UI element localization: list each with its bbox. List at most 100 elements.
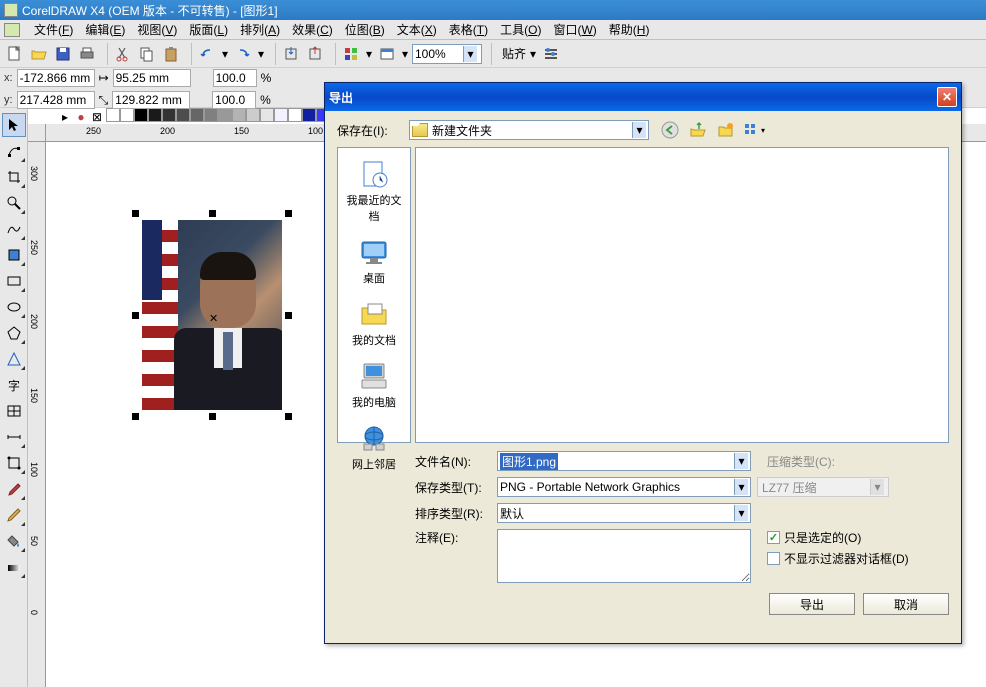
zoom-input[interactable] <box>415 47 463 61</box>
color-swatch[interactable] <box>134 108 148 122</box>
ruler-origin[interactable] <box>28 124 46 142</box>
app-launcher-dropdown[interactable]: ▾ <box>364 43 374 65</box>
print-button[interactable] <box>76 43 98 65</box>
back-button[interactable] <box>659 119 681 141</box>
color-swatch[interactable] <box>246 108 260 122</box>
eyedropper-tool[interactable] <box>2 477 26 501</box>
color-swatch[interactable] <box>288 108 302 122</box>
color-swatch[interactable] <box>232 108 246 122</box>
color-swatch[interactable] <box>148 108 162 122</box>
welcome-dropdown[interactable]: ▾ <box>400 43 410 65</box>
menu-t[interactable]: 表格(T) <box>443 19 494 40</box>
place-recent[interactable]: 我最近的文档 <box>338 154 410 228</box>
chevron-down-icon[interactable]: ▾ <box>734 453 748 469</box>
menu-l[interactable]: 版面(L) <box>183 19 234 40</box>
menu-f[interactable]: 文件(F) <box>28 19 79 40</box>
cut-button[interactable] <box>112 43 134 65</box>
width-input2[interactable] <box>113 69 191 87</box>
menu-h[interactable]: 帮助(H) <box>603 19 656 40</box>
view-menu-button[interactable]: ▾ <box>743 119 765 141</box>
app-launcher-button[interactable] <box>340 43 362 65</box>
new-folder-button[interactable] <box>715 119 737 141</box>
menu-c[interactable]: 效果(C) <box>286 19 339 40</box>
interactive-fill-tool[interactable] <box>2 555 26 579</box>
color-swatch[interactable] <box>176 108 190 122</box>
no-color-swatch[interactable] <box>106 108 120 122</box>
place-network[interactable]: 网上邻居 <box>348 418 400 476</box>
import-button[interactable] <box>280 43 302 65</box>
menu-a[interactable]: 排列(A) <box>234 19 286 40</box>
ellipse-tool[interactable] <box>2 295 26 319</box>
handle-sw[interactable] <box>132 413 139 420</box>
polygon-tool[interactable] <box>2 321 26 345</box>
fill-tool[interactable] <box>2 529 26 553</box>
undo-button[interactable] <box>196 43 218 65</box>
menu-o[interactable]: 工具(O) <box>494 19 547 40</box>
file-list[interactable] <box>415 147 949 443</box>
basic-shapes-tool[interactable] <box>2 347 26 371</box>
interactive-tool[interactable] <box>2 451 26 475</box>
filename-input[interactable]: 图形1.png <box>500 453 558 470</box>
place-mydocs[interactable]: 我的文档 <box>348 294 400 352</box>
undo-dropdown[interactable]: ▾ <box>220 43 230 65</box>
color-swatch[interactable] <box>302 108 316 122</box>
filename-combo[interactable]: 图形1.png ▾ <box>497 451 751 471</box>
menu-e[interactable]: 编辑(E) <box>79 19 131 40</box>
export-button[interactable]: 导出 <box>769 593 855 615</box>
handle-n[interactable] <box>209 210 216 217</box>
chevron-down-icon[interactable]: ▾ <box>463 46 477 62</box>
scalex-input2[interactable] <box>213 69 257 87</box>
ruler-vertical[interactable]: 300250200150100500 <box>28 142 46 687</box>
handle-nw[interactable] <box>132 210 139 217</box>
shape-tool[interactable] <box>2 139 26 163</box>
selected-only-checkbox[interactable]: ✓ <box>767 531 780 544</box>
save-button[interactable] <box>52 43 74 65</box>
chevron-down-icon[interactable]: ▾ <box>632 122 646 138</box>
sorttype-combo[interactable]: 默认 ▾ <box>497 503 751 523</box>
close-button[interactable]: ✕ <box>937 87 957 107</box>
place-mycomputer[interactable]: 我的电脑 <box>348 356 400 414</box>
dialog-titlebar[interactable]: 导出 ✕ <box>325 83 961 111</box>
zoom-tool[interactable] <box>2 191 26 215</box>
cancel-button[interactable]: 取消 <box>863 593 949 615</box>
chevron-down-icon[interactable]: ▾ <box>734 505 748 521</box>
selected-bitmap[interactable]: ✕ <box>142 220 282 410</box>
chevron-down-icon[interactable]: ▾ <box>734 479 748 495</box>
folder-combo[interactable]: 新建文件夹 ▾ <box>409 120 649 140</box>
close-palette-icon[interactable]: ⊠ <box>90 110 104 124</box>
freehand-tool[interactable] <box>2 217 26 241</box>
color-swatch[interactable] <box>162 108 176 122</box>
color-swatch[interactable] <box>260 108 274 122</box>
no-filter-checkbox[interactable] <box>767 552 780 565</box>
height-input[interactable] <box>112 91 190 109</box>
handle-e[interactable] <box>285 312 292 319</box>
rectangle-tool[interactable] <box>2 269 26 293</box>
x-input2[interactable] <box>17 69 95 87</box>
redo-dropdown[interactable]: ▾ <box>256 43 266 65</box>
play-icon[interactable]: ▸ <box>58 110 72 124</box>
handle-w[interactable] <box>132 312 139 319</box>
notes-textarea[interactable] <box>497 529 751 583</box>
dimension-tool[interactable] <box>2 425 26 449</box>
scaley-input[interactable] <box>212 91 256 109</box>
paste-button[interactable] <box>160 43 182 65</box>
color-swatch[interactable] <box>120 108 134 122</box>
open-button[interactable] <box>28 43 50 65</box>
pick-tool[interactable] <box>2 113 26 137</box>
table-tool[interactable] <box>2 399 26 423</box>
redo-button[interactable] <box>232 43 254 65</box>
menu-x[interactable]: 文本(X) <box>391 19 443 40</box>
zoom-combo[interactable]: ▾ <box>412 44 482 64</box>
center-marker[interactable]: ✕ <box>209 312 218 325</box>
handle-se[interactable] <box>285 413 292 420</box>
color-swatch[interactable] <box>204 108 218 122</box>
copy-button[interactable] <box>136 43 158 65</box>
outline-tool[interactable] <box>2 503 26 527</box>
smart-fill-tool[interactable] <box>2 243 26 267</box>
menu-w[interactable]: 窗口(W) <box>547 19 602 40</box>
export-button[interactable] <box>304 43 326 65</box>
savetype-combo[interactable]: PNG - Portable Network Graphics ▾ <box>497 477 751 497</box>
welcome-button[interactable] <box>376 43 398 65</box>
options-button[interactable] <box>540 43 562 65</box>
up-button[interactable] <box>687 119 709 141</box>
